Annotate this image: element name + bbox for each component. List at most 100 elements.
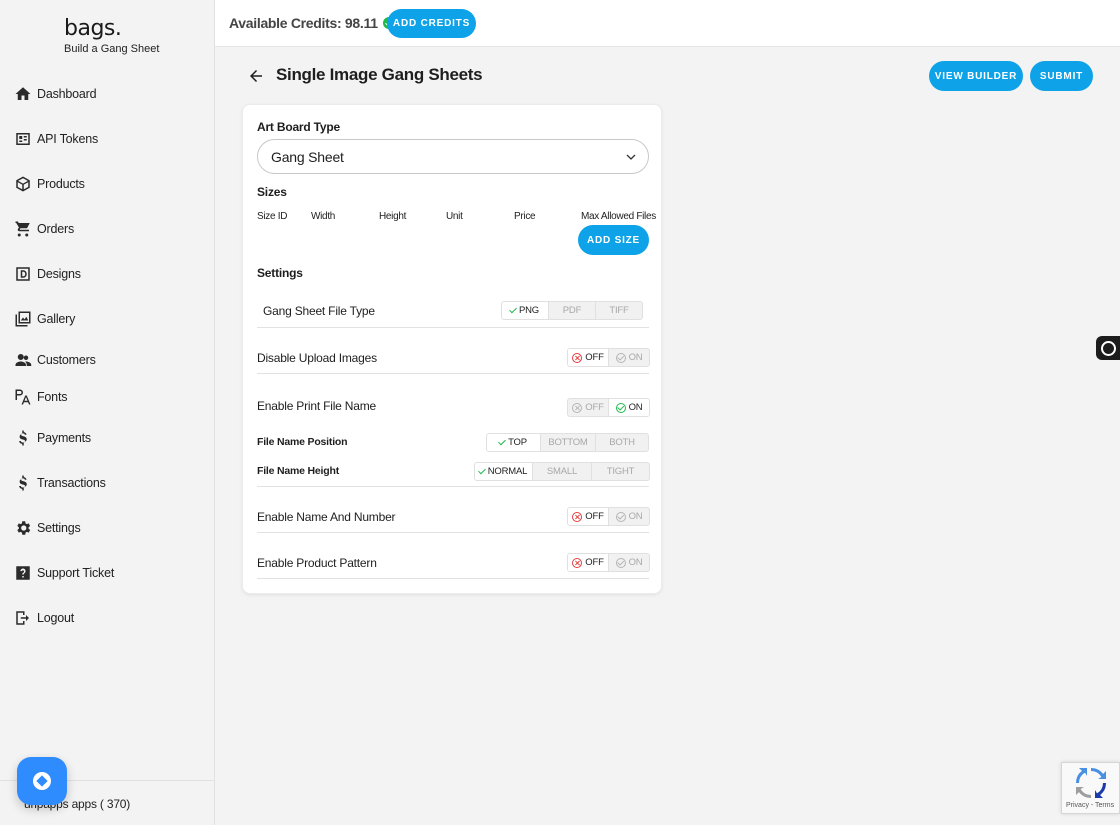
- sidebar-item-logout[interactable]: Logout: [14, 606, 74, 630]
- name-and-number-off-option[interactable]: OFF: [568, 508, 609, 525]
- print-file-name-label: Enable Print File Name: [257, 399, 376, 413]
- product-pattern-off-option[interactable]: OFF: [568, 554, 609, 571]
- file-name-height-tight-option[interactable]: TIGHT: [592, 463, 649, 480]
- file-name-height-segmented: NORMAL SMALL TIGHT: [474, 462, 650, 481]
- users-icon: [14, 351, 32, 369]
- name-and-number-row: Enable Name And Number OFF ON: [257, 487, 650, 533]
- print-file-name-on-option[interactable]: ON: [609, 399, 649, 416]
- file-name-height-normal-option[interactable]: NORMAL: [475, 463, 533, 480]
- check-icon: [509, 305, 517, 314]
- box-icon: [14, 175, 32, 193]
- recaptcha-links[interactable]: Privacy - Terms: [1066, 802, 1114, 809]
- top-bar: Available Credits: 98.11 ADD CREDITS: [215, 0, 1120, 47]
- view-builder-button[interactable]: VIEW BUILDER: [929, 61, 1023, 91]
- product-pattern-toggle: OFF ON: [567, 553, 650, 572]
- file-name-position-bottom-option[interactable]: BOTTOM: [541, 434, 596, 451]
- check-icon: [477, 466, 486, 475]
- file-type-tiff-option[interactable]: TIFF: [596, 302, 642, 319]
- sidebar-item-dashboard[interactable]: Dashboard: [14, 82, 97, 106]
- credits-display: Available Credits: 98.11: [229, 15, 395, 31]
- print-file-name-toggle: OFF ON: [567, 398, 650, 417]
- sidebar-item-fonts[interactable]: Fonts: [14, 385, 67, 409]
- submit-button[interactable]: SUBMIT: [1030, 61, 1093, 91]
- file-type-row: Gang Sheet File Type PNG PDF TIFF: [257, 291, 649, 328]
- column-header-size-id: Size ID: [257, 211, 288, 222]
- sidebar-item-api-tokens[interactable]: API Tokens: [14, 127, 98, 151]
- sidebar-item-products[interactable]: Products: [14, 172, 85, 196]
- dollar-icon: [14, 429, 32, 447]
- x-circle-icon: [572, 557, 583, 568]
- x-circle-icon: [572, 352, 583, 363]
- file-type-pdf-option[interactable]: PDF: [549, 302, 596, 319]
- file-name-height-small-option[interactable]: SMALL: [533, 463, 592, 480]
- sidebar-item-designs[interactable]: Designs: [14, 262, 81, 286]
- sidebar-item-label: Payments: [37, 431, 91, 445]
- chevron-down-icon: [626, 154, 636, 160]
- column-header-unit: Unit: [446, 211, 463, 222]
- gear-icon: [14, 519, 32, 537]
- chat-widget-button[interactable]: [17, 757, 67, 805]
- recaptcha-badge[interactable]: Privacy - Terms: [1061, 762, 1120, 814]
- sidebar-item-payments[interactable]: Payments: [14, 426, 91, 450]
- file-name-position-top-option[interactable]: TOP: [487, 434, 541, 451]
- sidebar-item-orders[interactable]: Orders: [14, 217, 74, 241]
- sidebar-item-label: Orders: [37, 222, 75, 236]
- home-icon: [14, 85, 32, 103]
- sidebar-item-label: Fonts: [37, 390, 68, 404]
- x-circle-icon: [572, 402, 583, 413]
- ring-icon: [1100, 340, 1116, 356]
- sidebar-item-label: Logout: [37, 611, 75, 625]
- name-and-number-toggle: OFF ON: [567, 507, 650, 526]
- gallery-icon: [14, 310, 32, 328]
- add-size-button[interactable]: ADD SIZE: [578, 225, 649, 255]
- print-file-name-off-option[interactable]: OFF: [568, 399, 609, 416]
- sidebar-item-transactions[interactable]: Transactions: [14, 471, 106, 495]
- sidebar-item-label: Transactions: [37, 476, 106, 490]
- brand-logo[interactable]: bags. Build a Gang Sheet: [64, 16, 159, 55]
- check-circle-icon: [615, 352, 626, 363]
- column-header-height: Height: [379, 211, 407, 222]
- x-circle-icon: [572, 511, 583, 522]
- product-pattern-row: Enable Product Pattern OFF ON: [257, 533, 650, 579]
- add-credits-button[interactable]: ADD CREDITS: [387, 9, 476, 38]
- art-board-type-value: Gang Sheet: [271, 148, 344, 165]
- sidebar-item-gallery[interactable]: Gallery: [14, 307, 75, 331]
- dollar-icon: [14, 474, 32, 492]
- cart-icon: [14, 220, 32, 238]
- sidebar-item-label: Support Ticket: [37, 566, 115, 580]
- disable-upload-on-option[interactable]: ON: [609, 349, 649, 366]
- sidebar-item-label: API Tokens: [37, 132, 99, 146]
- name-and-number-on-option[interactable]: ON: [609, 508, 649, 525]
- product-pattern-label: Enable Product Pattern: [257, 556, 377, 570]
- column-header-width: Width: [311, 211, 336, 222]
- sidebar-item-support-ticket[interactable]: Support Ticket: [14, 561, 114, 585]
- credits-text: Available Credits: 98.11: [229, 15, 378, 31]
- file-name-position-label: File Name Position: [257, 436, 348, 448]
- file-name-position-both-option[interactable]: BOTH: [596, 434, 648, 451]
- disable-upload-row: Disable Upload Images OFF ON: [257, 328, 650, 374]
- sidebar-item-label: Products: [37, 177, 85, 191]
- art-board-type-select[interactable]: Gang Sheet: [257, 139, 649, 174]
- file-name-height-label: File Name Height: [257, 465, 339, 477]
- gang-sheet-form-card: Art Board Type Gang Sheet Sizes Size ID …: [242, 104, 662, 594]
- sidebar-item-customers[interactable]: Customers: [14, 348, 96, 372]
- designs-icon: [14, 265, 32, 283]
- sidebar-item-label: Designs: [37, 267, 81, 281]
- disable-upload-toggle: OFF ON: [567, 348, 650, 367]
- print-file-name-row: Enable Print File Name OFF ON File Name …: [257, 374, 650, 487]
- help-icon: [14, 564, 32, 582]
- product-pattern-on-option[interactable]: ON: [609, 554, 649, 571]
- check-circle-icon: [615, 511, 626, 522]
- settings-label: Settings: [257, 266, 303, 280]
- back-arrow-icon[interactable]: [247, 67, 265, 85]
- chat-widget-icon: [33, 772, 51, 790]
- sidebar-item-label: Gallery: [37, 312, 76, 326]
- sidebar-item-settings[interactable]: Settings: [14, 516, 81, 540]
- file-type-png-option[interactable]: PNG: [502, 302, 549, 319]
- column-header-max-allowed-files: Max Allowed Files: [581, 211, 656, 222]
- disable-upload-off-option[interactable]: OFF: [568, 349, 609, 366]
- brand-name: bags.: [64, 16, 122, 41]
- side-feedback-widget[interactable]: [1096, 336, 1120, 360]
- name-and-number-label: Enable Name And Number: [257, 510, 396, 524]
- check-icon: [498, 437, 506, 446]
